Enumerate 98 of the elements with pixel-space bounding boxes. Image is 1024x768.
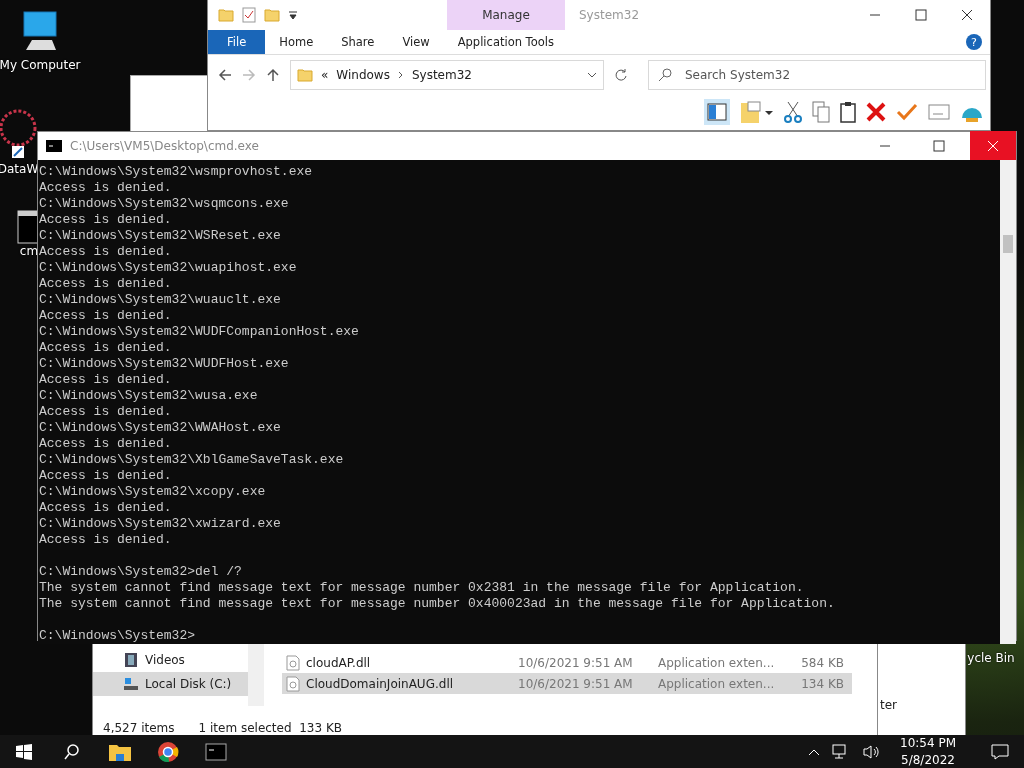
note-icon[interactable] xyxy=(740,101,774,123)
search-icon xyxy=(658,68,672,82)
status-text: 4,527 items xyxy=(103,721,175,735)
console-icon xyxy=(46,140,62,152)
folder-icon xyxy=(297,67,313,83)
file-date: 10/6/2021 9:51 AM xyxy=(518,676,634,691)
speech-bubble-icon[interactable] xyxy=(991,743,1009,760)
background-window[interactable] xyxy=(130,75,208,132)
copy-icon[interactable] xyxy=(812,101,830,123)
desktop-icon-label[interactable]: ycle Bin xyxy=(967,651,1015,665)
desktop-icon-label[interactable]: My Computer xyxy=(0,58,81,72)
console-line: Access is denied. xyxy=(39,404,173,420)
status-text: 1 item selected 133 KB xyxy=(198,721,342,735)
console-line: C:\Windows\System32\xcopy.exe xyxy=(39,484,267,500)
speaker-icon[interactable] xyxy=(862,743,880,760)
file-name: cloudAP.dll xyxy=(306,655,371,670)
dll-file-icon xyxy=(286,654,300,671)
up-arrow-icon[interactable] xyxy=(266,68,280,82)
file-name: CloudDomainJoinAUG.dll xyxy=(306,676,454,691)
context-tab-label[interactable]: Manage xyxy=(447,0,565,30)
window-text: ter xyxy=(880,698,898,712)
nav-item[interactable]: Videos xyxy=(93,648,248,672)
file-size: 584 KB xyxy=(800,655,844,670)
properties-icon[interactable] xyxy=(242,7,256,23)
console-line: Access is denied. xyxy=(39,308,173,324)
console-line: Access is denied. xyxy=(39,436,173,452)
console-line: The system cannot find message text for message number 0x400023ad in the message file for Application. xyxy=(39,596,836,612)
maximize-icon[interactable] xyxy=(915,9,927,21)
file-row[interactable]: CloudDomainJoinAUG.dll 10/6/2021 9:51 AM Application exten... 134 KB xyxy=(282,673,852,694)
file-type: Application exten... xyxy=(658,676,776,691)
dll-file-icon xyxy=(286,675,300,692)
caret-icon[interactable] xyxy=(288,10,298,20)
desktop-icon-label[interactable]: cm xyxy=(19,244,39,258)
browser-icon[interactable] xyxy=(157,740,179,763)
console-line: C:\Windows\System32\wsqmcons.exe xyxy=(39,196,290,212)
close-button[interactable] xyxy=(970,131,1016,161)
file-type: Application exten... xyxy=(658,655,776,670)
console-line: Access is denied. xyxy=(39,468,173,484)
console-line: C:\Windows\System32> xyxy=(39,628,197,644)
ribbon-tab[interactable]: File xyxy=(208,30,266,54)
scrollbar[interactable] xyxy=(1000,160,1016,644)
new-folder-icon xyxy=(264,7,280,23)
console-line: Access is denied. xyxy=(39,244,173,260)
back-arrow-icon[interactable] xyxy=(218,68,232,82)
delete-icon[interactable] xyxy=(866,102,886,122)
folder-icon xyxy=(218,7,234,23)
breadcrumb[interactable]: Windows xyxy=(336,68,390,82)
help-button[interactable]: ? xyxy=(966,34,982,50)
checkmark-icon[interactable] xyxy=(896,103,918,121)
address-bar[interactable]: « Windows System32 xyxy=(290,60,604,90)
console-line: Access is denied. xyxy=(39,372,173,388)
console-line: C:\Windows\System32\WWAHost.exe xyxy=(39,420,282,436)
dropdown-icon[interactable] xyxy=(587,72,597,78)
clock[interactable]: 10:54 PM 5/8/2022 xyxy=(892,734,964,768)
console-line: The system cannot find message text for message number 0x2381 in the message file for Application. xyxy=(39,580,805,596)
breadcrumb[interactable]: System32 xyxy=(411,68,472,82)
ribbon-tab[interactable]: Application Tools xyxy=(443,30,568,54)
search-field[interactable]: Search System32 xyxy=(648,60,986,90)
ribbon-tab[interactable]: View xyxy=(388,30,444,54)
film-icon xyxy=(123,652,139,668)
console-line: C:\Windows\System32\WUDFCompanionHost.exe xyxy=(39,324,360,340)
console-line: Access is denied. xyxy=(39,532,173,548)
chevron-up-icon[interactable] xyxy=(808,747,820,756)
close-icon[interactable] xyxy=(961,9,973,21)
clipboard-icon[interactable] xyxy=(840,101,856,123)
windows-logo-icon[interactable] xyxy=(16,743,32,760)
scissors-icon[interactable] xyxy=(784,101,802,123)
pane-icon[interactable] xyxy=(704,99,730,125)
console-line: C:\Windows\System32>del /? xyxy=(39,564,243,580)
console-line: C:\Windows\System32\wusa.exe xyxy=(39,388,259,404)
address-overflow[interactable]: « xyxy=(321,68,329,82)
file-row[interactable]: cloudAP.dll 10/6/2021 9:51 AM Application exten... 584 KB xyxy=(282,652,852,673)
file-size: 134 KB xyxy=(800,676,844,691)
console-line: C:\Windows\System32\WUDFHost.exe xyxy=(39,356,290,372)
console-line: Access is denied. xyxy=(39,180,173,196)
console-line: Access is denied. xyxy=(39,276,173,292)
console-line: C:\Windows\System32\wsmprovhost.exe xyxy=(39,164,314,180)
ribbon-tab[interactable]: Share xyxy=(327,30,389,54)
console-line: Access is denied. xyxy=(39,212,173,228)
ribbon-tab[interactable]: Home xyxy=(265,30,328,54)
refresh-icon[interactable] xyxy=(614,68,628,82)
window-title: C:\Users\VM5\Desktop\cmd.exe xyxy=(70,139,260,153)
drive-icon xyxy=(123,676,139,692)
search-icon[interactable] xyxy=(64,743,80,760)
window-title: System32 xyxy=(578,8,641,22)
console-line: C:\Windows\System32\wuauclt.exe xyxy=(39,292,282,308)
scrollbar-thumb[interactable] xyxy=(1003,235,1013,253)
console-line: Access is denied. xyxy=(39,340,173,356)
chevron-icon xyxy=(397,71,404,79)
console-line: C:\Windows\System32\WSReset.exe xyxy=(39,228,282,244)
nav-item[interactable]: Local Disk (C:) xyxy=(93,672,248,696)
file-date: 10/6/2021 9:51 AM xyxy=(518,655,634,670)
maximize-icon[interactable] xyxy=(933,140,945,152)
console-line: C:\Windows\System32\wuapihost.exe xyxy=(39,260,298,276)
console-line: Access is denied. xyxy=(39,500,173,516)
console-line: C:\Windows\System32\XblGameSaveTask.exe xyxy=(39,452,345,468)
console-icon[interactable] xyxy=(205,742,227,761)
console-line: C:\Windows\System32\xwizard.exe xyxy=(39,516,282,532)
